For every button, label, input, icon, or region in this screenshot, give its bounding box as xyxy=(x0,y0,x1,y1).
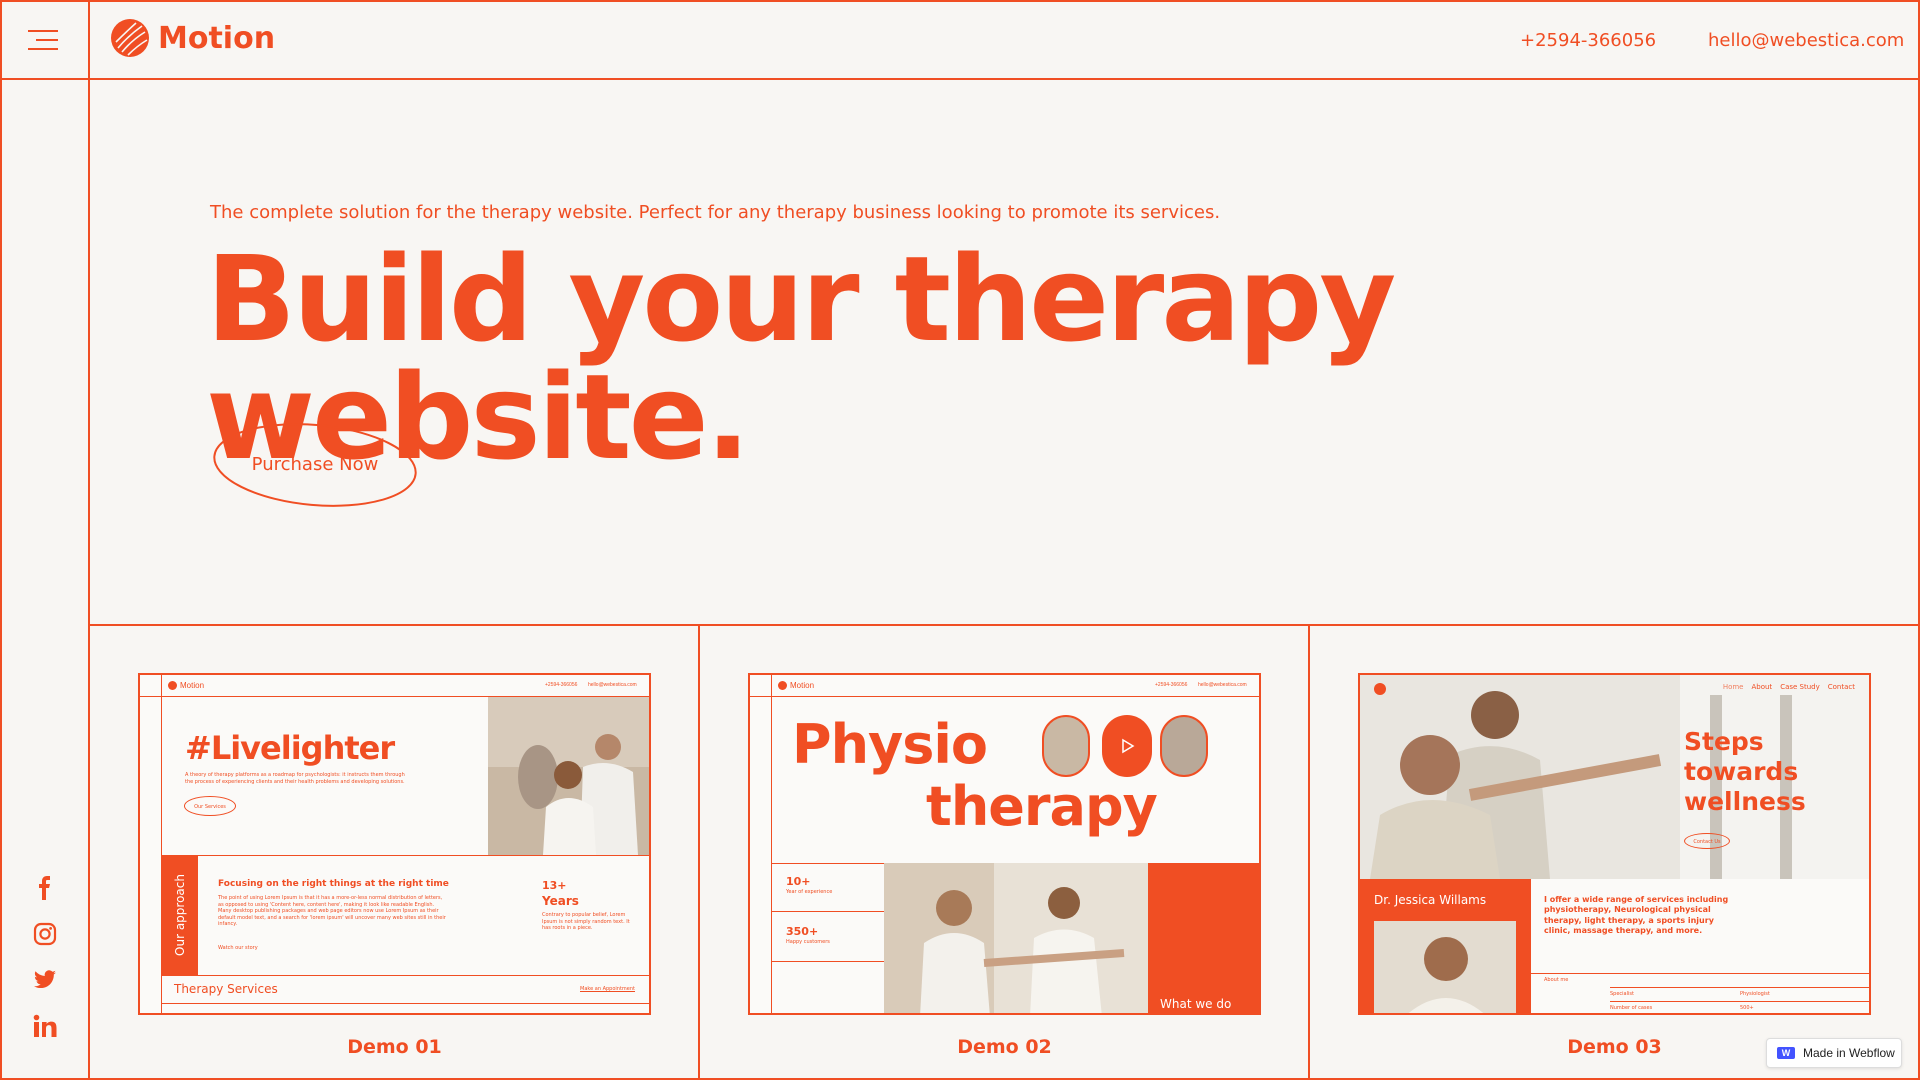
badge-label: Made in Webflow xyxy=(1803,1046,1895,1060)
instagram-icon[interactable] xyxy=(33,922,57,946)
cards-divider xyxy=(90,624,1920,626)
facebook-icon[interactable] xyxy=(33,876,57,900)
hero-subtitle: The complete solution for the therapy we… xyxy=(210,202,1221,223)
email-link[interactable]: hello@webestica.com xyxy=(1708,30,1904,51)
logo[interactable]: Motion xyxy=(110,18,275,58)
hamburger-menu-icon[interactable] xyxy=(28,28,60,52)
mini-photo xyxy=(1374,921,1516,1013)
made-in-webflow-badge[interactable]: W Made in Webflow xyxy=(1766,1038,1902,1068)
purchase-now-button[interactable]: Purchase Now xyxy=(212,422,418,508)
mini-photo xyxy=(884,863,1148,1013)
demo-01-preview[interactable]: Motion +2594-366056 hello@webestica.com … xyxy=(138,673,651,1015)
logo-text: Motion xyxy=(158,20,276,56)
twitter-icon[interactable] xyxy=(33,968,57,992)
webflow-logo-icon: W xyxy=(1777,1047,1795,1059)
linkedin-icon[interactable] xyxy=(33,1014,57,1038)
mini-photo xyxy=(488,697,649,855)
column-divider xyxy=(698,624,700,1080)
demo-02-preview[interactable]: Motion +2594-366056 hello@webestica.com … xyxy=(748,673,1261,1015)
demo-02-label[interactable]: Demo 02 xyxy=(748,1036,1261,1058)
demo-01-label[interactable]: Demo 01 xyxy=(138,1036,651,1058)
phone-link[interactable]: +2594-366056 xyxy=(1520,30,1656,51)
purchase-now-label: Purchase Now xyxy=(251,454,379,475)
logo-leaf-icon xyxy=(111,19,149,57)
social-links xyxy=(26,876,64,1038)
column-divider xyxy=(1308,624,1310,1080)
hero-title: Build your therapy website. xyxy=(206,230,1396,486)
mini-headline: #Livelighter xyxy=(185,729,395,767)
demo-03-preview[interactable]: Home About Case Study Contact Steps towa… xyxy=(1358,673,1871,1015)
